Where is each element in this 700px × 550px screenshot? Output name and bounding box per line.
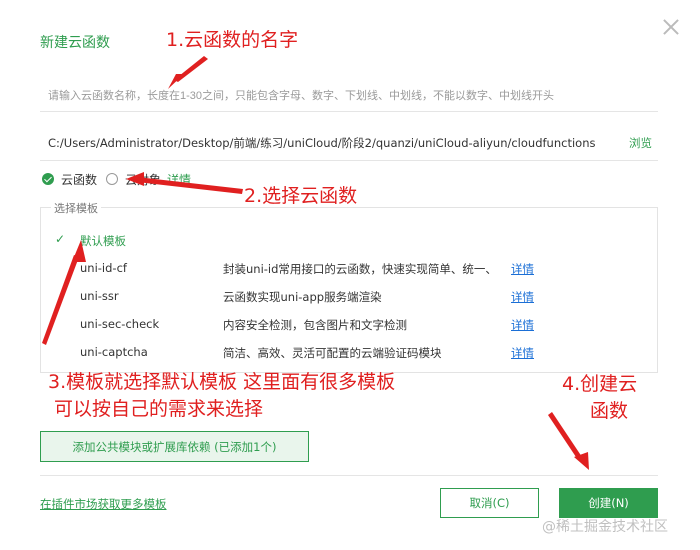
- checkmark-icon: ✓: [55, 232, 66, 246]
- template-row-uni-id-cf[interactable]: uni-id-cf 封装uni-id常用接口的云函数，快速实现简单、统一、 详情: [41, 257, 657, 281]
- annotation-2: 2.选择云函数: [244, 185, 358, 207]
- plugin-market-link[interactable]: 在插件市场获取更多模板: [40, 496, 167, 512]
- template-legend: 选择模板: [51, 200, 101, 216]
- watermark: @稀土掘金技术社区: [542, 519, 668, 535]
- template-row-uni-captcha[interactable]: uni-captcha 简洁、高效、灵活可配置的云端验证码模块 详情: [41, 341, 657, 365]
- template-name: uni-sec-check: [80, 317, 160, 331]
- add-module-button[interactable]: 添加公共模块或扩展库依赖 (已添加1个): [40, 431, 309, 462]
- type-detail-link[interactable]: 详情: [167, 171, 191, 188]
- create-button[interactable]: 创建(N): [559, 488, 658, 518]
- template-name: uni-ssr: [80, 289, 119, 303]
- template-row-uni-sec-check[interactable]: uni-sec-check 内容安全检测，包含图片和文字检测 详情: [41, 313, 657, 337]
- template-name: uni-id-cf: [80, 261, 127, 275]
- template-desc: 云函数实现uni-app服务端渲染: [223, 290, 382, 304]
- template-desc: 封装uni-id常用接口的云函数，快速实现简单、统一、: [223, 262, 497, 276]
- template-name: 默认模板: [80, 234, 126, 248]
- footer-divider: [40, 475, 658, 476]
- dialog-title: 新建云函数: [40, 35, 110, 51]
- browse-link[interactable]: 浏览: [629, 135, 652, 151]
- path-row: C:/Users/Administrator/Desktop/前端/练习/uni…: [40, 126, 658, 161]
- radio-cloud-object[interactable]: [106, 173, 118, 185]
- annotation-3-line2: 可以按自己的需求来选择: [54, 398, 264, 420]
- radio-cloud-object-label[interactable]: 云对象: [125, 171, 161, 188]
- annotation-4-line2: 函数: [590, 400, 629, 422]
- annotation-3-line1: 3.模板就选择默认模板 这里面有很多模板: [48, 371, 396, 393]
- radio-cloud-function[interactable]: [42, 173, 54, 185]
- path-text[interactable]: C:/Users/Administrator/Desktop/前端/练习/uni…: [48, 135, 595, 151]
- template-row-uni-ssr[interactable]: uni-ssr 云函数实现uni-app服务端渲染 详情: [41, 285, 657, 309]
- template-detail-link[interactable]: 详情: [511, 289, 534, 305]
- function-name-input[interactable]: [40, 80, 658, 112]
- cancel-button[interactable]: 取消(C): [440, 488, 539, 518]
- radio-cloud-function-label[interactable]: 云函数: [61, 171, 97, 188]
- annotation-1: 1.云函数的名字: [166, 29, 299, 51]
- new-cloud-function-dialog: 新建云函数 C:/Users/Administrator/Desktop/前端/…: [0, 0, 700, 550]
- template-row-default[interactable]: ✓ 默认模板: [41, 229, 657, 253]
- template-detail-link[interactable]: 详情: [511, 261, 534, 277]
- template-desc: 内容安全检测，包含图片和文字检测: [223, 318, 407, 332]
- template-fieldset: 选择模板 ✓ 默认模板 uni-id-cf 封装uni-id常用接口的云函数，快…: [40, 200, 658, 373]
- annotation-4-line1: 4.创建云: [562, 373, 638, 395]
- template-name: uni-captcha: [80, 345, 148, 359]
- close-icon[interactable]: [658, 14, 684, 40]
- template-detail-link[interactable]: 详情: [511, 317, 534, 333]
- template-desc: 简洁、高效、灵活可配置的云端验证码模块: [223, 346, 442, 360]
- template-detail-link[interactable]: 详情: [511, 345, 534, 361]
